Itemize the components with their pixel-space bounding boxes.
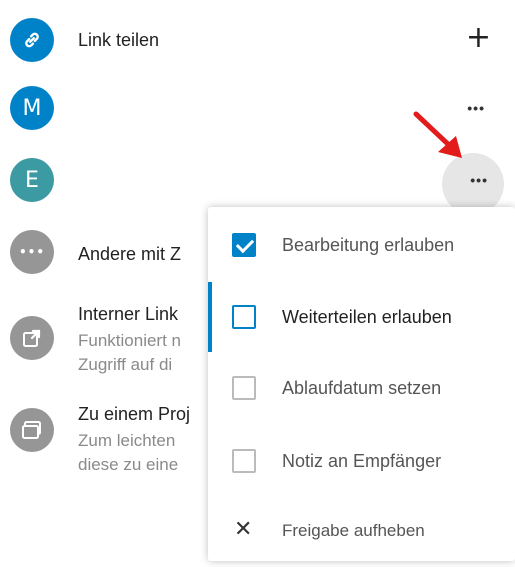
annotation-arrow-icon xyxy=(413,111,462,158)
project-icon xyxy=(22,421,41,439)
menu-item-set-expiration[interactable]: Ablaufdatum setzen xyxy=(208,352,515,422)
menu-item-label: Freigabe aufheben xyxy=(282,521,425,540)
menu-item-note-to-recipient[interactable]: Notiz an Empfänger xyxy=(208,425,515,495)
checkbox-icon[interactable] xyxy=(232,305,256,329)
menu-item-label: Ablaufdatum setzen xyxy=(282,378,442,398)
more-options-icon[interactable]: ••• xyxy=(470,172,488,188)
menu-item-allow-resharing[interactable]: Weiterteilen erlauben xyxy=(208,282,515,352)
menu-item-label: Bearbeitung erlauben xyxy=(282,235,455,255)
checkbox-icon[interactable] xyxy=(232,376,256,400)
menu-item-allow-editing[interactable]: Bearbeitung erlauben xyxy=(208,210,515,280)
internal-link-label: Interner Link xyxy=(78,304,179,324)
checkbox-checked-icon[interactable] xyxy=(232,233,256,257)
avatar: E xyxy=(10,158,54,202)
share-link-label: Link teilen xyxy=(78,30,160,50)
menu-item-unshare[interactable]: ✕ Freigabe aufheben xyxy=(208,497,515,567)
project-label: Zu einem Proj xyxy=(78,404,191,424)
checkbox-icon[interactable] xyxy=(232,449,256,473)
active-indicator xyxy=(208,282,212,352)
plus-icon[interactable]: + xyxy=(466,20,491,55)
avatar: ••• xyxy=(10,230,54,274)
more-icon: ••• xyxy=(18,245,45,259)
avatar xyxy=(10,408,54,452)
project-desc-1: Zum leichten xyxy=(78,431,176,450)
close-icon: ✕ xyxy=(234,517,253,542)
internal-link-desc-1: Funktioniert n xyxy=(78,331,181,350)
menu-item-label: Notiz an Empfänger xyxy=(282,451,442,471)
menu-item-label: Weiterteilen erlauben xyxy=(282,307,452,327)
others-label: Andere mit Z xyxy=(78,244,182,264)
share-link-avatar xyxy=(10,18,54,62)
share-link-row[interactable]: Link teilen + xyxy=(0,18,515,64)
avatar: M xyxy=(10,86,54,130)
avatar xyxy=(10,316,54,360)
avatar-initial: E xyxy=(25,167,39,193)
avatar-initial: M xyxy=(22,95,42,121)
external-link-icon xyxy=(23,329,41,347)
internal-link-desc-2: Zugriff auf di xyxy=(78,355,173,374)
project-desc-2: diese zu eine xyxy=(78,455,179,474)
link-icon xyxy=(25,32,39,48)
share-options-menu: Bearbeitung erlauben Weiterteilen erlaub… xyxy=(208,207,515,561)
